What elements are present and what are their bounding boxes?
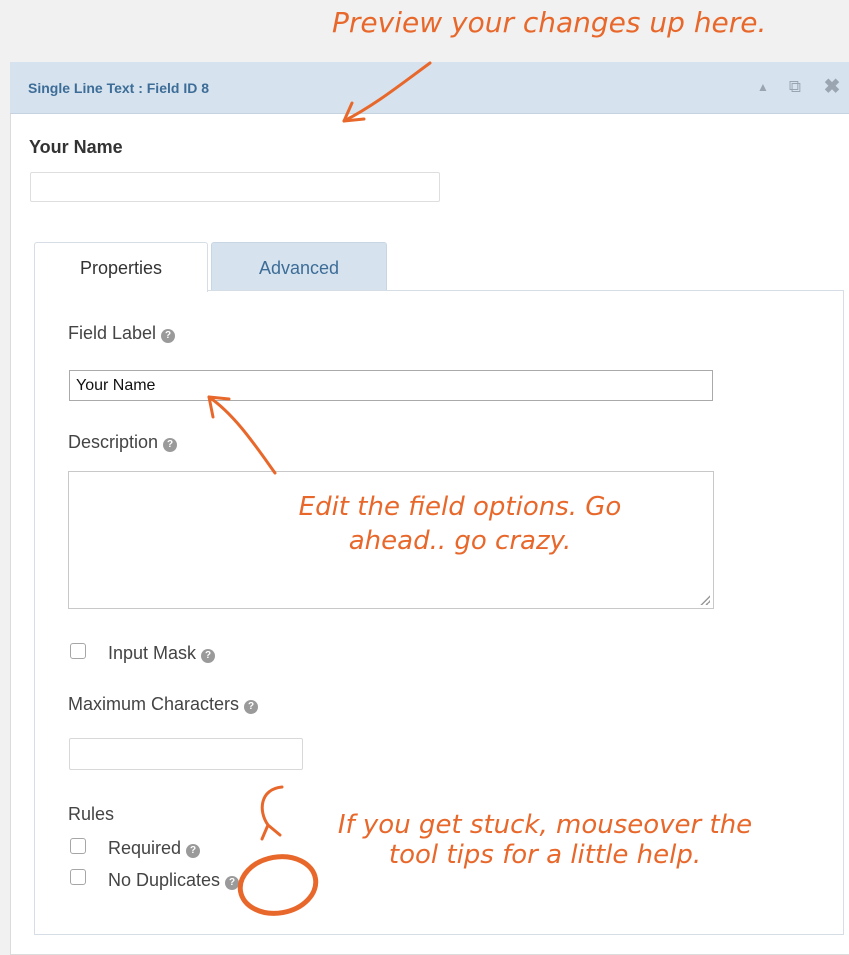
delete-icon[interactable]: ✖ [821,76,843,98]
resize-grip-icon[interactable] [700,595,710,605]
annotation-stuck-line1: If you get stuck, mouseover the [337,810,753,840]
field-label-text: Field Label [68,323,157,343]
arrow-edit-annotation [207,395,277,475]
input-mask-checkbox[interactable] [70,643,86,659]
tab-advanced-label: Advanced [258,258,340,278]
max-chars-heading: Maximum Characters? [68,694,259,715]
tooltip-circle-annotation [237,785,319,916]
annotation-edit-line2: ahead.. go crazy. [348,526,572,556]
help-icon[interactable]: ? [201,649,216,663]
field-label-input[interactable]: Your Name [69,370,713,401]
duplicate-icon[interactable]: ⧉ [784,76,806,98]
input-mask-label: Input Mask [108,643,197,663]
field-header-title: Single Line Text : Field ID 8 [28,80,209,96]
required-label: Required [108,838,182,858]
annotation-stuck-line2: tool tips for a little help. [388,840,702,870]
help-icon[interactable]: ? [244,700,259,714]
annotation-edit-line1: Edit the field options. Go [298,492,622,522]
help-icon[interactable]: ? [186,844,201,858]
no-duplicates-label: No Duplicates [108,870,221,890]
preview-input[interactable] [30,172,440,202]
tab-advanced[interactable]: Advanced [211,242,387,291]
tab-properties[interactable]: Properties [34,242,208,292]
preview-field-label: Your Name [29,137,123,157]
max-chars-input[interactable] [69,738,303,770]
input-mask-row: Input Mask? [108,643,216,664]
required-checkbox[interactable] [70,838,86,854]
required-row: Required? [108,838,201,859]
help-icon[interactable]: ? [163,438,178,452]
collapse-arrow-icon[interactable]: ▲ [752,76,774,98]
field-label-heading: Field Label? [68,323,176,344]
max-chars-label: Maximum Characters [68,694,240,714]
help-icon[interactable]: ? [161,329,176,343]
annotation-edit-options: Edit the field options. Go ahead.. go cr… [270,490,650,558]
description-heading: Description? [68,432,178,453]
no-duplicates-row: No Duplicates? [108,870,240,891]
tab-properties-label: Properties [79,258,163,278]
arrow-preview-annotation [342,61,432,123]
annotation-tooltips: If you get stuck, mouseover the tool tip… [325,810,765,870]
no-duplicates-checkbox[interactable] [70,869,86,885]
description-text: Description [68,432,159,452]
rules-heading: Rules [68,804,115,824]
annotation-preview: Preview your changes up here. [332,6,767,39]
